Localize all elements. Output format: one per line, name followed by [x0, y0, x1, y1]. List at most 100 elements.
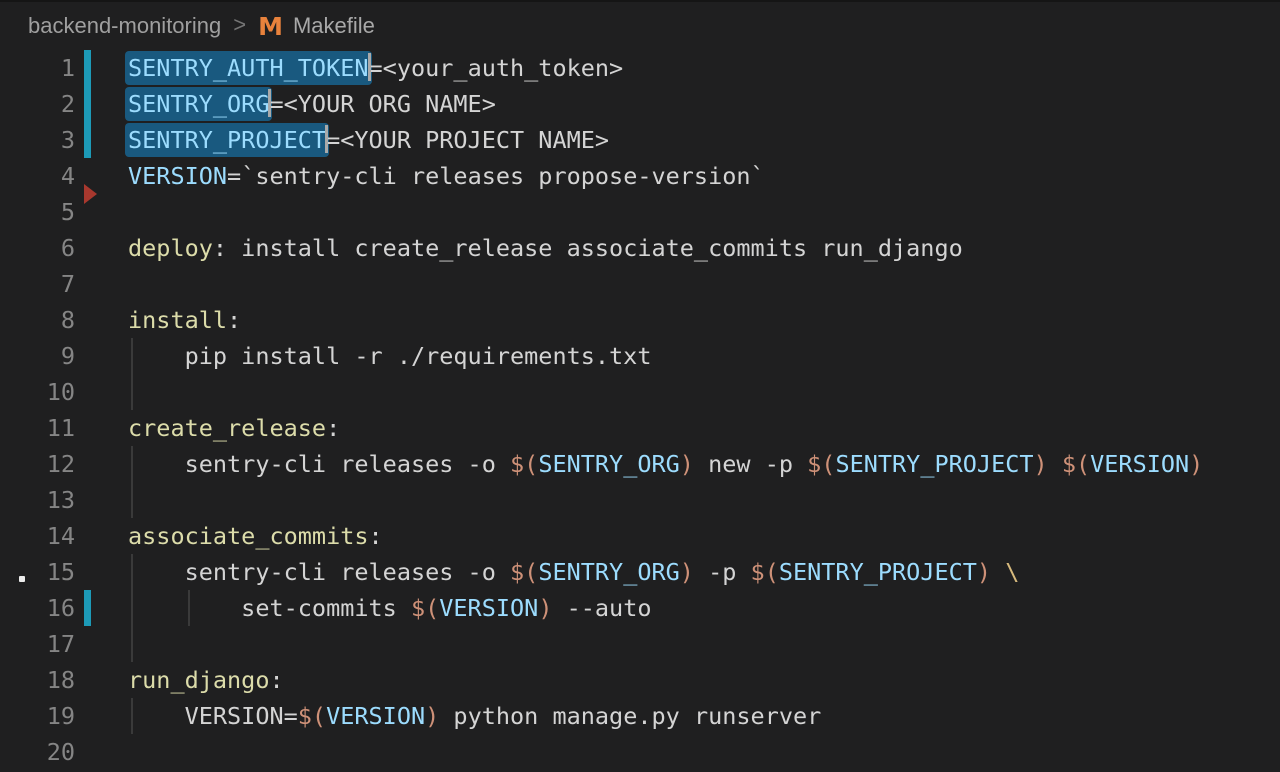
line-number[interactable]: 15	[0, 554, 75, 590]
code-line[interactable]: 4 VERSION=`sentry-cli releases propose-ve…	[0, 158, 1280, 194]
line-number[interactable]: 20	[0, 734, 75, 770]
code-token[interactable]: )	[538, 594, 552, 622]
code-text[interactable]: sentry-cli releases -o $(SENTRY_ORG) -p …	[128, 554, 1019, 590]
code-token[interactable]: sentry-cli releases -o	[128, 450, 510, 478]
code-line[interactable]: 17	[0, 626, 1280, 662]
code-token[interactable]: $(	[510, 558, 538, 586]
line-number[interactable]: 9	[0, 338, 75, 374]
code-line[interactable]: 8 install:	[0, 302, 1280, 338]
code-line[interactable]: 5	[0, 194, 1280, 230]
code-token[interactable]: SENTRY_ORG	[538, 558, 679, 586]
code-text[interactable]: install:	[128, 302, 241, 338]
line-number[interactable]: 18	[0, 662, 75, 698]
line-number[interactable]: 6	[0, 230, 75, 266]
code-line[interactable]: 20	[0, 734, 1280, 770]
selected-token[interactable]: SENTRY_PROJECT	[125, 123, 329, 157]
code-text[interactable]: associate_commits:	[128, 518, 383, 554]
line-number[interactable]: 11	[0, 410, 75, 446]
code-token[interactable]: )	[1034, 450, 1048, 478]
code-token[interactable]: SENTRY_PROJECT	[779, 558, 977, 586]
code-token[interactable]: VERSION=	[128, 702, 298, 730]
code-text[interactable]: VERSION=`sentry-cli releases propose-ver…	[128, 158, 765, 194]
code-line[interactable]: 2 SENTRY_ORG=<YOUR ORG NAME>	[0, 86, 1280, 122]
code-token[interactable]: create_release	[128, 414, 326, 442]
code-token[interactable]: SENTRY_ORG	[538, 450, 679, 478]
code-token[interactable]: )	[680, 450, 694, 478]
code-token[interactable]: VERSION	[128, 162, 227, 190]
code-token[interactable]: =<YOUR PROJECT NAME>	[326, 126, 609, 154]
selected-token[interactable]: SENTRY_ORG	[125, 87, 272, 121]
code-line[interactable]: 14 associate_commits:	[0, 518, 1280, 554]
code-text[interactable]: run_django:	[128, 662, 284, 698]
code-token[interactable]: )	[680, 558, 694, 586]
code-token[interactable]: :	[369, 522, 383, 550]
breadcrumb-file[interactable]: Makefile	[293, 13, 375, 39]
line-number[interactable]: 13	[0, 482, 75, 518]
line-number[interactable]: 19	[0, 698, 75, 734]
line-number[interactable]: 12	[0, 446, 75, 482]
code-token[interactable]: run_django	[128, 666, 269, 694]
code-token[interactable]: )	[425, 702, 439, 730]
code-token[interactable]: VERSION	[326, 702, 425, 730]
code-line[interactable]: 9 pip install -r ./requirements.txt	[0, 338, 1280, 374]
code-token[interactable]: SENTRY_PROJECT	[835, 450, 1033, 478]
line-number[interactable]: 3	[0, 122, 75, 158]
code-token[interactable]: VERSION	[439, 594, 538, 622]
code-token[interactable]: =<YOUR ORG NAME>	[269, 90, 495, 118]
code-token[interactable]: -p	[694, 558, 751, 586]
code-line[interactable]: 1 SENTRY_AUTH_TOKEN=<your_auth_token>	[0, 50, 1280, 86]
code-token[interactable]: $(	[1062, 450, 1090, 478]
code-token[interactable]: )	[977, 558, 991, 586]
code-token[interactable]: $(	[510, 450, 538, 478]
code-token[interactable]: :	[227, 306, 241, 334]
line-number[interactable]: 8	[0, 302, 75, 338]
code-line[interactable]: 12 sentry-cli releases -o $(SENTRY_ORG) …	[0, 446, 1280, 482]
selected-token[interactable]: SENTRY_AUTH_TOKEN	[125, 51, 372, 85]
code-text[interactable]: create_release:	[128, 410, 340, 446]
line-number[interactable]: 1	[0, 50, 75, 86]
breadcrumb-folder[interactable]: backend-monitoring	[28, 13, 221, 39]
code-token[interactable]: :	[269, 666, 283, 694]
code-editor[interactable]: 1 SENTRY_AUTH_TOKEN=<your_auth_token> 2 SEN…	[0, 50, 1280, 770]
line-number[interactable]: 2	[0, 86, 75, 122]
code-text[interactable]: deploy: install create_release associate…	[128, 230, 963, 266]
code-line[interactable]: 16 set-commits $(VERSION) --auto	[0, 590, 1280, 626]
code-line[interactable]: 6 deploy: install create_release associat…	[0, 230, 1280, 266]
code-token[interactable]: sentry-cli releases -o	[128, 558, 510, 586]
line-number[interactable]: 5	[0, 194, 75, 230]
code-text[interactable]: SENTRY_AUTH_TOKEN=<your_auth_token>	[128, 50, 623, 86]
code-token[interactable]: $(	[807, 450, 835, 478]
code-line[interactable]: 18 run_django:	[0, 662, 1280, 698]
code-token[interactable]: associate_commits	[128, 522, 369, 550]
code-text[interactable]: pip install -r ./requirements.txt	[128, 338, 651, 374]
code-token[interactable]: $(	[751, 558, 779, 586]
code-token[interactable]: \	[1005, 558, 1019, 586]
code-token[interactable]: =<your_auth_token>	[369, 54, 624, 82]
line-number[interactable]: 16	[0, 590, 75, 626]
code-token[interactable]: $(	[298, 702, 326, 730]
code-token[interactable]: pip install -r ./requirements.txt	[128, 342, 651, 370]
code-text[interactable]: VERSION=$(VERSION) python manage.py runs…	[128, 698, 821, 734]
code-line[interactable]: 7	[0, 266, 1280, 302]
code-token[interactable]	[1048, 450, 1062, 478]
line-number[interactable]: 10	[0, 374, 75, 410]
code-line[interactable]: 11 create_release:	[0, 410, 1280, 446]
code-line[interactable]: 3 SENTRY_PROJECT=<YOUR PROJECT NAME>	[0, 122, 1280, 158]
code-token[interactable]: set-commits	[128, 594, 411, 622]
code-text[interactable]: set-commits $(VERSION) --auto	[128, 590, 652, 626]
code-token[interactable]: =`sentry-cli releases propose-version`	[227, 162, 765, 190]
code-token[interactable]: --auto	[552, 594, 651, 622]
code-token[interactable]: :	[326, 414, 340, 442]
code-token[interactable]: install	[128, 306, 227, 334]
line-number[interactable]: 4	[0, 158, 75, 194]
code-line[interactable]: 10	[0, 374, 1280, 410]
code-token[interactable]: deploy	[128, 234, 213, 262]
code-token[interactable]: python manage.py runserver	[439, 702, 821, 730]
line-number[interactable]: 17	[0, 626, 75, 662]
code-token[interactable]: new -p	[694, 450, 807, 478]
code-text[interactable]: SENTRY_ORG=<YOUR ORG NAME>	[128, 86, 496, 122]
code-text[interactable]: sentry-cli releases -o $(SENTRY_ORG) new…	[128, 446, 1203, 482]
line-number[interactable]: 14	[0, 518, 75, 554]
code-token[interactable]: : install create_release associate_commi…	[213, 234, 963, 262]
code-text[interactable]: SENTRY_PROJECT=<YOUR PROJECT NAME>	[128, 122, 609, 158]
